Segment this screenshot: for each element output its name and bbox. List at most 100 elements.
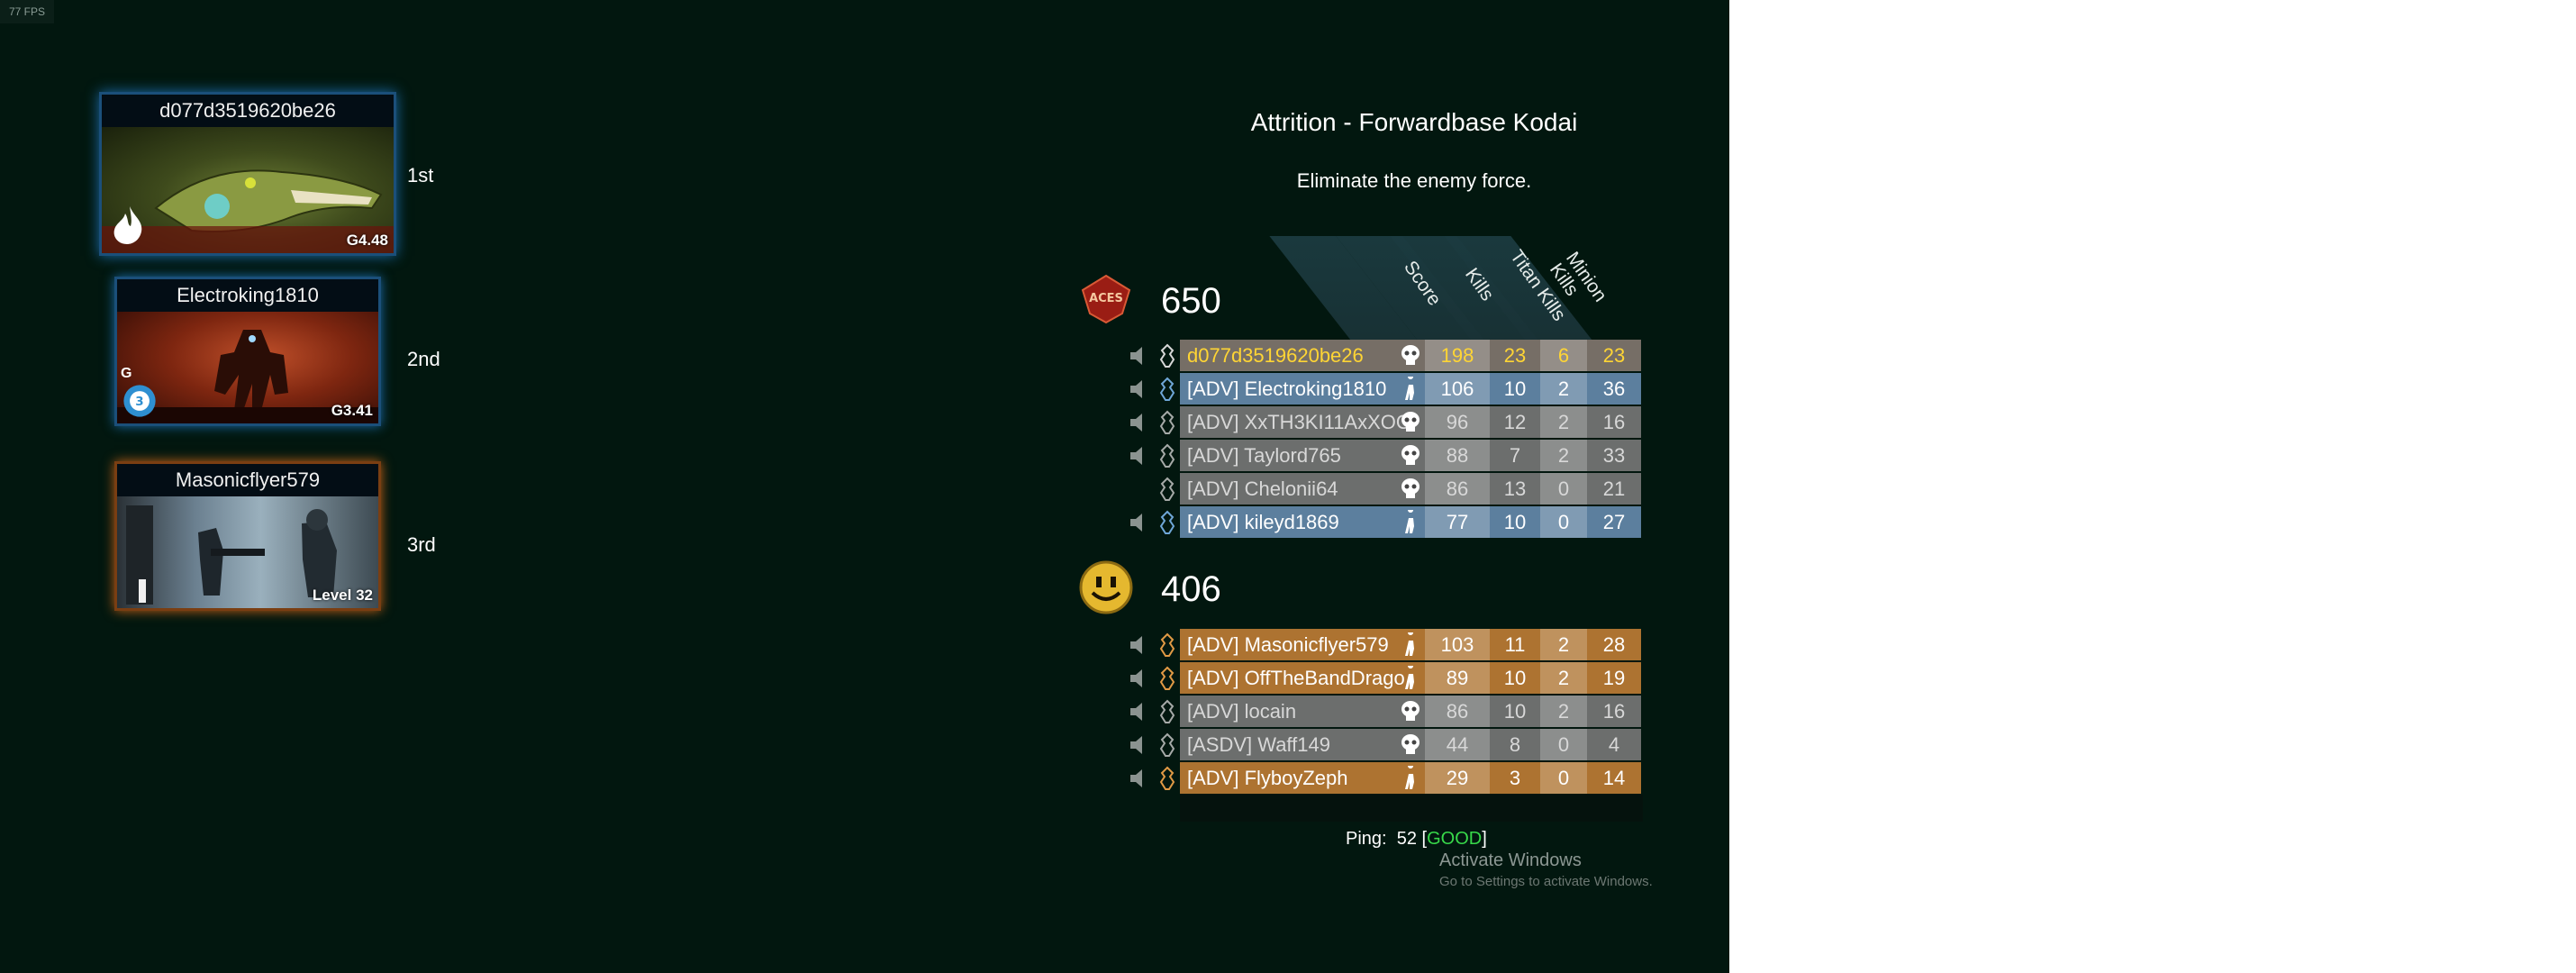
- aces-emblem-icon: ACES: [1081, 274, 1131, 324]
- match-title: Attrition - Forwardbase Kodai: [1250, 108, 1578, 136]
- skull-icon: [1401, 701, 1420, 721]
- stat-minion-kills: 21: [1587, 473, 1641, 505]
- flame-icon: [113, 206, 142, 244]
- speaker-icon[interactable]: [1128, 512, 1149, 533]
- stat-score: 198: [1425, 340, 1490, 371]
- stat-titan-kills: 2: [1540, 629, 1587, 660]
- stat-titan-kills: 0: [1540, 729, 1587, 760]
- stat-score: 86: [1425, 473, 1490, 505]
- stat-minion-kills: 14: [1587, 762, 1641, 794]
- player-name[interactable]: [ADV] XxTH3KI11AxXOO: [1180, 406, 1425, 438]
- stat-titan-kills: 2: [1540, 373, 1587, 405]
- card-player-name: d077d3519620be26: [102, 95, 394, 127]
- player-row[interactable]: d077d3519620be26 198 23 6 23: [1130, 340, 1643, 371]
- pilot-icon: [1405, 766, 1414, 789]
- player-name[interactable]: [ASDV] Waff149: [1180, 729, 1425, 760]
- stat-kills: 11: [1490, 629, 1540, 660]
- titan-class-icon: [1159, 766, 1175, 790]
- svg-text:ACES: ACES: [1089, 292, 1123, 305]
- stat-kills: 12: [1490, 406, 1540, 438]
- player-row[interactable]: [ASDV] Waff149 44 8 0 4: [1130, 729, 1643, 760]
- skull-icon: [1401, 734, 1420, 754]
- stat-kills: 13: [1490, 473, 1540, 505]
- card-player-name: Electroking1810: [117, 279, 378, 312]
- stat-score: 103: [1425, 629, 1490, 660]
- stat-minion-kills: 16: [1587, 406, 1641, 438]
- svg-text:3: 3: [135, 396, 143, 409]
- stat-minion-kills: 16: [1587, 696, 1641, 727]
- player-row[interactable]: [ADV] Masonicflyer579 103 11 2 28: [1130, 629, 1643, 660]
- stat-score: 106: [1425, 373, 1490, 405]
- stat-titan-kills: 0: [1540, 762, 1587, 794]
- speaker-icon[interactable]: [1128, 701, 1149, 723]
- skull-icon: [1401, 445, 1420, 465]
- card-level-tag: Level 32: [312, 587, 373, 604]
- stat-score: 86: [1425, 696, 1490, 727]
- titan-class-icon: [1159, 477, 1175, 501]
- titan-class-icon: [1159, 632, 1175, 657]
- titan-class-icon: [1159, 443, 1175, 468]
- stat-kills: 8: [1490, 729, 1540, 760]
- stat-minion-kills: 4: [1587, 729, 1641, 760]
- player-name[interactable]: d077d3519620be26: [1180, 340, 1425, 371]
- speaker-icon[interactable]: [1128, 768, 1149, 789]
- stat-score: 89: [1425, 662, 1490, 694]
- titan-class-icon: [1159, 510, 1175, 534]
- stat-score: 88: [1425, 440, 1490, 471]
- team-score-imc: 406: [1161, 569, 1221, 609]
- speaker-icon[interactable]: [1128, 634, 1149, 656]
- player-name[interactable]: [ADV] kileyd1869: [1180, 506, 1425, 538]
- pilot-icon: [1405, 377, 1414, 400]
- ping-status: GOOD: [1427, 829, 1483, 849]
- stat-kills: 3: [1490, 762, 1540, 794]
- player-name[interactable]: [ADV] Taylord765: [1180, 440, 1425, 471]
- stat-kills: 23: [1490, 340, 1540, 371]
- pilot-icon: [1405, 510, 1414, 533]
- stat-kills: 7: [1490, 440, 1540, 471]
- speaker-icon[interactable]: [1128, 445, 1149, 467]
- speaker-icon[interactable]: [1128, 412, 1149, 433]
- stat-kills: 10: [1490, 506, 1540, 538]
- card-generation-tag: G4.48: [346, 232, 388, 249]
- player-name[interactable]: [ADV] Electroking1810: [1180, 373, 1425, 405]
- titan-class-icon: [1159, 377, 1175, 401]
- speaker-icon[interactable]: [1128, 668, 1149, 689]
- player-row[interactable]: [ADV] FlyboyZeph 29 3 0 14: [1130, 762, 1643, 794]
- player-row[interactable]: [ADV] locain 86 10 2 16: [1130, 696, 1643, 727]
- rank-badge-icon: 3: [123, 385, 156, 417]
- stat-kills: 10: [1490, 696, 1540, 727]
- stat-minion-kills: 19: [1587, 662, 1641, 694]
- podium-card-first[interactable]: d077d3519620be26 G4.48: [99, 92, 396, 256]
- podium-card-second[interactable]: Electroking1810 G 3 G3.41: [114, 277, 381, 426]
- player-name[interactable]: [ADV] FlyboyZeph: [1180, 762, 1425, 794]
- player-name[interactable]: [ADV] OffTheBandDrago: [1180, 662, 1425, 694]
- smiley-emblem-icon: [1079, 560, 1133, 614]
- player-row[interactable]: [ADV] Electroking1810 106 10 2 36: [1130, 373, 1643, 405]
- ping-label: Ping:: [1346, 829, 1387, 849]
- player-row[interactable]: [ADV] Chelonii64 86 13 0 21: [1159, 473, 1643, 505]
- card-generation-tag: G3.41: [331, 402, 373, 419]
- ping-value: 52: [1396, 829, 1417, 849]
- player-name[interactable]: [ADV] Masonicflyer579: [1180, 629, 1425, 660]
- player-row[interactable]: [ADV] OffTheBandDrago 89 10 2 19: [1130, 662, 1643, 694]
- stat-titan-kills: 2: [1540, 406, 1587, 438]
- place-third: 3rd: [407, 533, 436, 556]
- player-row[interactable]: [ADV] Taylord765 88 7 2 33: [1130, 440, 1643, 471]
- player-row[interactable]: [ADV] kileyd1869 77 10 0 27: [1130, 506, 1643, 538]
- place-first: 1st: [407, 164, 434, 186]
- speaker-icon[interactable]: [1128, 734, 1149, 756]
- skull-icon: [1401, 412, 1420, 432]
- pilot-icon: [1405, 632, 1414, 656]
- stat-minion-kills: 23: [1587, 340, 1641, 371]
- titan-class-icon: [1159, 343, 1175, 368]
- titan-class-icon: [1159, 410, 1175, 434]
- podium-card-third[interactable]: Masonicflyer579 Level 32: [114, 461, 381, 611]
- player-name[interactable]: [ADV] Chelonii64: [1180, 473, 1425, 505]
- speaker-icon[interactable]: [1128, 378, 1149, 400]
- stat-minion-kills: 36: [1587, 373, 1641, 405]
- speaker-icon[interactable]: [1128, 345, 1149, 367]
- stat-score: 29: [1425, 762, 1490, 794]
- player-row[interactable]: [ADV] XxTH3KI11AxXOO 96 12 2 16: [1130, 406, 1643, 438]
- titan-class-icon: [1159, 666, 1175, 690]
- player-name[interactable]: [ADV] locain: [1180, 696, 1425, 727]
